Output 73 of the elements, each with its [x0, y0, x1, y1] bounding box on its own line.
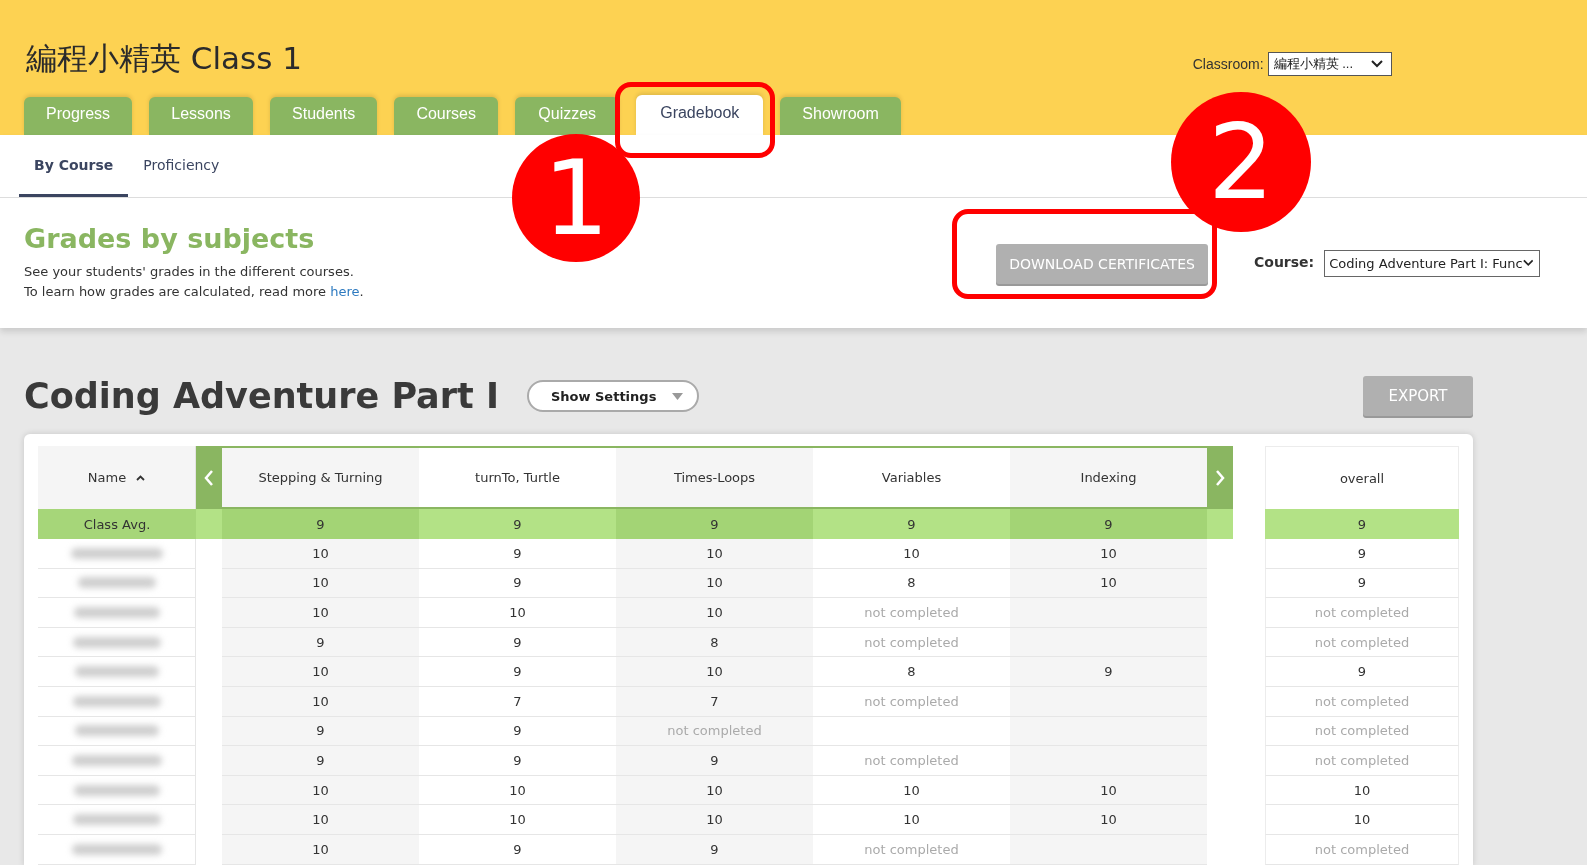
sort-up-icon: [136, 474, 146, 481]
table-cell: 9: [616, 746, 813, 776]
table-cell: 9: [1265, 568, 1459, 599]
table-cell: not completed: [616, 716, 813, 747]
table-cell: 10: [616, 568, 813, 599]
table-cell: 10: [1010, 805, 1207, 835]
table-cell: 10: [222, 539, 419, 569]
column-header: Variables: [813, 446, 1010, 509]
table-cell: 8: [616, 627, 813, 658]
sub-tab[interactable]: By Course: [19, 135, 129, 197]
chevron-right-icon: [1215, 468, 1225, 487]
table-cell: 9: [616, 834, 813, 865]
table-cell: 10: [222, 657, 419, 687]
name-column-header[interactable]: Name: [38, 446, 196, 509]
table-cell: 7: [616, 686, 813, 717]
table-cell: 9: [222, 509, 419, 539]
table-cell: not completed: [1265, 716, 1459, 747]
sub-tab[interactable]: Proficiency: [128, 135, 235, 197]
table-cell: 10: [616, 598, 813, 628]
description-text: To learn how grades are calculated, read more here.: [24, 282, 365, 301]
table-cell: 9: [1265, 509, 1459, 539]
table-cell: 10: [1265, 775, 1459, 806]
chevron-left-icon: [204, 468, 214, 487]
table-cell: 10: [616, 657, 813, 687]
nav-tab[interactable]: Gradebook: [636, 95, 764, 135]
table-cell: not completed: [1265, 746, 1459, 776]
table-cell: 9: [222, 627, 419, 658]
table-cell: Class Avg.: [38, 509, 196, 539]
column-header: Times-Loops: [616, 446, 813, 509]
scroll-right-button[interactable]: [1207, 446, 1233, 509]
classroom-dropdown[interactable]: 編程小精英 ...: [1267, 52, 1392, 76]
class-title: 編程小精英 Class 1: [26, 39, 302, 78]
column-header: Stepping & Turning: [222, 446, 419, 509]
caret-icon: [672, 392, 684, 400]
table-cell: 10: [222, 775, 419, 806]
show-settings-button[interactable]: Show Settings: [526, 380, 700, 412]
classroom-label: Classroom:: [1192, 56, 1264, 72]
here-link[interactable]: here: [330, 283, 360, 299]
table-cell: not completed: [1265, 834, 1459, 865]
table-cell: 10: [1265, 805, 1459, 835]
scroll-left-button[interactable]: [196, 446, 222, 509]
course-title: Coding Adventure Part I: [24, 376, 499, 416]
course-label: Course:: [1254, 254, 1315, 270]
table-cell: 10: [222, 805, 419, 835]
table-cell: 9: [222, 746, 419, 776]
table-cell: 9: [1010, 509, 1207, 539]
chevron-down-icon: [1522, 259, 1534, 267]
chevron-down-icon: [1371, 60, 1383, 68]
table-cell: 10: [616, 775, 813, 806]
table-cell: 10: [1010, 539, 1207, 569]
table-cell: not completed: [1265, 627, 1459, 658]
table-cell: 9: [1265, 539, 1459, 569]
table-cell: 9: [222, 716, 419, 747]
table-cell: 10: [1010, 775, 1207, 806]
section-heading: Grades by subjects: [24, 222, 316, 254]
table-cell: 9: [1265, 657, 1459, 687]
table-cell: 9: [1010, 657, 1207, 687]
course-dropdown[interactable]: Coding Adventure Part I: Func: [1324, 249, 1541, 277]
table-cell: 10: [222, 568, 419, 599]
table-cell: not completed: [1265, 686, 1459, 717]
table-cell: 9: [616, 509, 813, 539]
column-header: Indexing: [1010, 446, 1207, 509]
table-cell: 9: [419, 509, 616, 539]
table-cell: 10: [222, 686, 419, 717]
table-cell: 10: [222, 598, 419, 628]
table-cell: not completed: [1265, 598, 1459, 628]
table-cell: 10: [616, 805, 813, 835]
table-cell: 10: [1010, 568, 1207, 599]
table-cell: 10: [616, 539, 813, 569]
table-cell: 10: [222, 834, 419, 865]
table-cell: 9: [813, 509, 1010, 539]
description-text: See your students' grades in the different courses.: [24, 262, 355, 281]
column-header: turnTo, Turtle: [419, 446, 616, 509]
